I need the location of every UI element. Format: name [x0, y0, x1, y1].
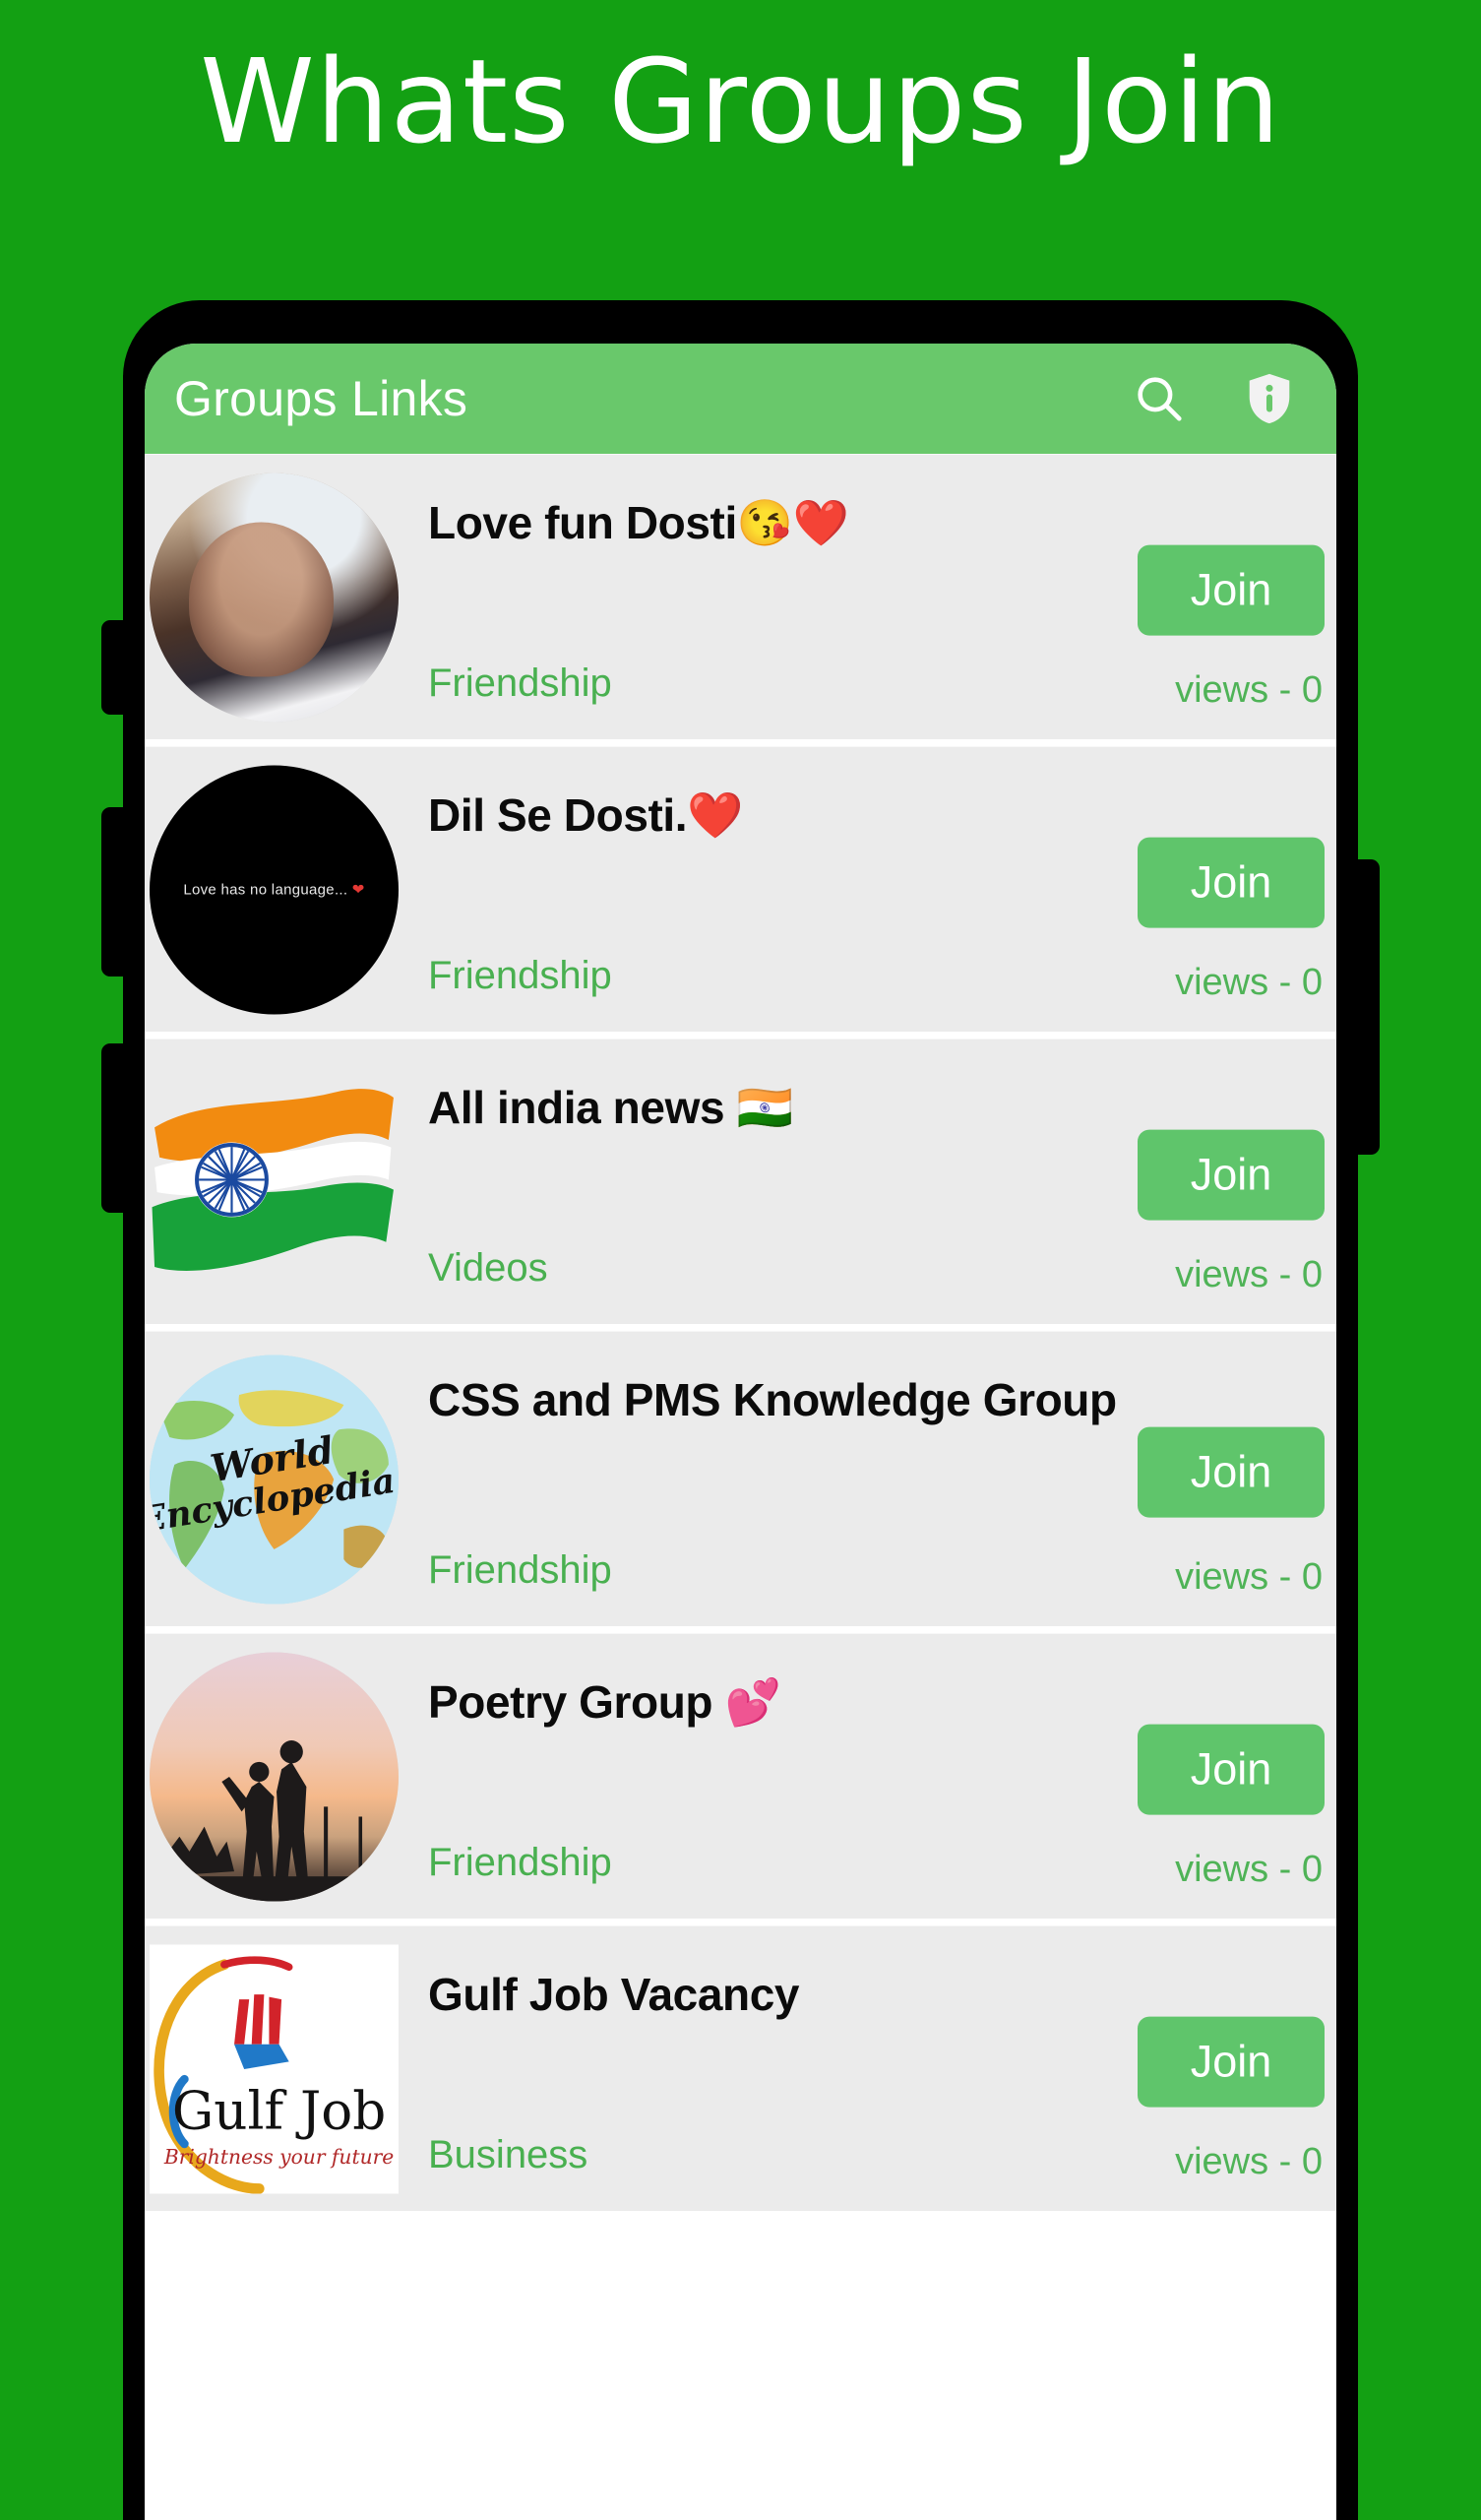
views-count: views - 0 [1175, 1254, 1323, 1295]
group-category: Friendship [428, 1548, 612, 1592]
group-category: Friendship [428, 662, 612, 705]
views-count: views - 0 [1175, 962, 1323, 1003]
join-button[interactable]: Join [1138, 1724, 1325, 1815]
join-button[interactable]: Join [1138, 2016, 1325, 2108]
join-button[interactable]: Join [1138, 837, 1325, 928]
avatar [150, 1057, 399, 1306]
group-category: Videos [428, 1246, 548, 1290]
table-row[interactable]: All india news 🇮🇳 Videos Join views - 0 [145, 1039, 1336, 1324]
promo-headline: Whats Groups Join [200, 33, 1281, 169]
join-button[interactable]: Join [1138, 1426, 1325, 1518]
world-map-art: World Encyclopedia [150, 1354, 399, 1604]
avatar [150, 472, 399, 722]
india-flag-art [152, 1088, 394, 1271]
table-row[interactable]: Love has no language... ❤ Dil Se Dosti.❤… [145, 746, 1336, 1032]
row-body: Poetry Group 💕 Friendship [428, 1634, 1138, 1919]
row-actions: Join views - 0 [1132, 747, 1325, 1032]
avatar-caption-text: Love has no language... ❤ [150, 881, 399, 899]
table-row[interactable]: Poetry Group 💕 Friendship Join views - 0 [145, 1633, 1336, 1919]
views-count: views - 0 [1175, 1849, 1323, 1890]
row-body: Gulf Job Vacancy Business [428, 1926, 1138, 2211]
avatar-image: Love has no language... ❤ [150, 765, 399, 1014]
group-title: Gulf Job Vacancy [428, 1969, 800, 2020]
phone-side-button[interactable] [101, 1043, 127, 1213]
app-bar: Groups Links [145, 344, 1336, 454]
row-body: Dil Se Dosti.❤️ Friendship [428, 747, 1138, 1032]
app-bar-title: Groups Links [174, 371, 468, 426]
group-category: Friendship [428, 954, 612, 997]
svg-text:Brightness your future: Brightness your future [163, 2145, 394, 2169]
row-actions: Join views - 0 [1132, 455, 1325, 739]
row-actions: Join views - 0 [1132, 1332, 1325, 1626]
avatar-image: Gulf Job Brightness your future [150, 1944, 399, 2193]
views-count: views - 0 [1175, 2141, 1323, 2182]
table-row[interactable]: Love fun Dosti😘❤️ Friendship Join views … [145, 454, 1336, 739]
group-title: Dil Se Dosti.❤️ [428, 789, 744, 841]
phone-screen: Groups Links Love fun Dosti😘❤️ Friendshi… [145, 344, 1336, 2520]
group-title: Love fun Dosti😘❤️ [428, 497, 849, 548]
avatar-image [150, 1057, 399, 1306]
heart-icon: ❤ [347, 881, 365, 899]
app-bar-actions [1128, 367, 1301, 430]
row-actions: Join views - 0 [1132, 1634, 1325, 1919]
group-category: Friendship [428, 1841, 612, 1884]
group-list[interactable]: Love fun Dosti😘❤️ Friendship Join views … [145, 454, 1336, 2520]
group-title: CSS and PMS Knowledge Group [428, 1374, 1117, 1425]
avatar: Love has no language... ❤ [150, 765, 399, 1014]
join-button[interactable]: Join [1138, 544, 1325, 636]
couple-silhouette-art [150, 1739, 399, 1901]
table-row[interactable]: World Encyclopedia CSS and PMS Knowledge… [145, 1331, 1336, 1626]
phone-volume-up-button[interactable] [101, 620, 127, 715]
gulf-job-logo-art: Gulf Job Brightness your future [154, 1955, 394, 2193]
avatar: World Encyclopedia [150, 1354, 399, 1604]
row-actions: Join views - 0 [1132, 1040, 1325, 1324]
avatar-caption-label: Love has no language... [183, 881, 348, 899]
avatar-image: World Encyclopedia [150, 1354, 399, 1604]
avatar-image [150, 472, 399, 722]
row-actions: Join views - 0 [1132, 1926, 1325, 2211]
phone-power-button[interactable] [1354, 859, 1380, 1155]
views-count: views - 0 [1175, 1556, 1323, 1598]
row-body: CSS and PMS Knowledge Group Friendship [428, 1332, 1138, 1626]
avatar: Gulf Job Brightness your future [150, 1944, 399, 2193]
group-title: Poetry Group 💕 [428, 1676, 781, 1728]
avatar [150, 1652, 399, 1901]
search-icon [1131, 370, 1188, 427]
search-button[interactable] [1128, 367, 1191, 430]
privacy-info-button[interactable] [1238, 367, 1301, 430]
phone-mockup-frame: Groups Links Love fun Dosti😘❤️ Friendshi… [101, 300, 1380, 2520]
svg-text:Gulf Job: Gulf Job [172, 2080, 386, 2141]
group-category: Business [428, 2133, 588, 2176]
phone-volume-down-button[interactable] [101, 807, 127, 976]
table-row[interactable]: Gulf Job Brightness your future Gulf Job… [145, 1925, 1336, 2211]
avatar-image [150, 1652, 399, 1901]
screenshot-stage: Whats Groups Join Groups Links Love fun … [0, 0, 1481, 2520]
row-body: All india news 🇮🇳 Videos [428, 1040, 1138, 1324]
shield-info-icon [1241, 370, 1298, 427]
row-body: Love fun Dosti😘❤️ Friendship [428, 455, 1138, 739]
join-button[interactable]: Join [1138, 1129, 1325, 1221]
views-count: views - 0 [1175, 669, 1323, 711]
group-title: All india news 🇮🇳 [428, 1082, 793, 1133]
